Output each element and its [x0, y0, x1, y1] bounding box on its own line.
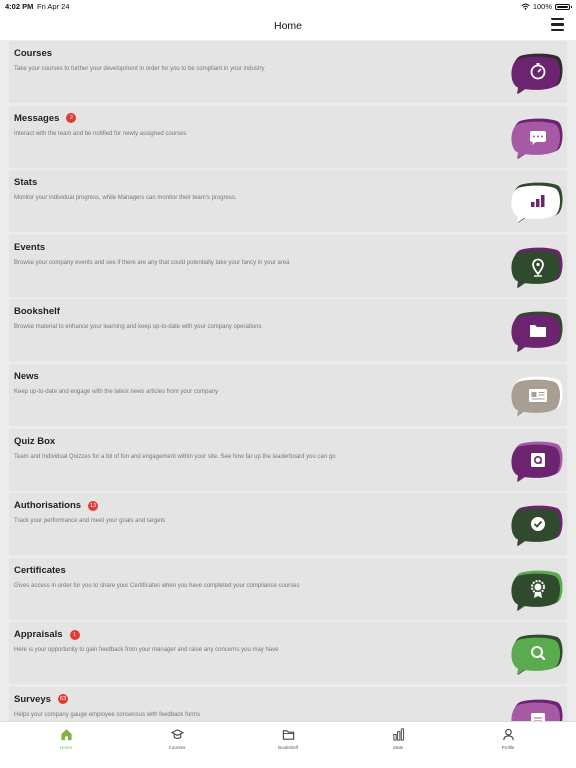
card-title-text: Quiz Box [14, 435, 56, 447]
card-description: Interact with the team and be notified f… [14, 130, 187, 137]
notification-badge: 63 [57, 694, 69, 705]
card-title: Surveys 63 [14, 693, 69, 705]
menu-card-appraisals[interactable]: Appraisals 1 Here is your opportunity to g… [9, 622, 567, 684]
battery-percent: 100% [532, 2, 552, 11]
card-description: Here is your opportunity to gain feedbac… [14, 647, 279, 654]
card-title: Stats [14, 177, 37, 188]
card-description: Track your performance and meet your goa… [14, 518, 166, 525]
tab-profile[interactable]: Profile [478, 728, 538, 750]
card-title: Messages 2 [14, 112, 77, 124]
notification-badge: 1 [69, 629, 80, 640]
card-title-text: Stats [14, 177, 38, 189]
magnifier-icon [508, 634, 564, 676]
card-description: Monitor your individual progress, while … [14, 195, 237, 202]
graduation-cap-icon [147, 728, 207, 741]
card-title: Appraisals 1 [14, 629, 80, 640]
battery-icon [555, 3, 572, 10]
quiz-icon [508, 441, 564, 483]
tab-label: Profile [501, 745, 515, 750]
status-date: Fri Apr 24 [37, 2, 70, 11]
tab-label: Stats [392, 745, 404, 750]
card-title-text: Bookshelf [14, 306, 60, 318]
card-title: Bookshelf [14, 306, 60, 317]
tab-home[interactable]: Home [36, 728, 96, 750]
menu-card-authorisations[interactable]: Authorisations 13 Track your performance a… [9, 493, 567, 555]
card-title-text: Messages [14, 112, 60, 124]
card-title: Events [14, 242, 45, 253]
notification-badge: 13 [88, 500, 99, 511]
card-title: Courses [14, 48, 52, 59]
award-icon [508, 570, 564, 612]
nav-bar: Home [0, 12, 576, 40]
card-description: Browse your company events and see if th… [14, 259, 290, 266]
chat-icon [508, 118, 564, 160]
wifi-icon [521, 3, 530, 10]
tab-stats[interactable]: Stats [368, 728, 428, 750]
card-title: Quiz Box [14, 436, 55, 447]
notification-badge: 2 [66, 113, 77, 124]
folder-icon [258, 728, 318, 741]
card-title-text: News [14, 370, 39, 382]
hamburger-menu-icon[interactable] [551, 18, 564, 31]
card-description: Take your courses to further your develo… [14, 66, 265, 72]
bar-chart-icon [368, 728, 428, 741]
menu-card-events[interactable]: Events Browse your company events and see… [9, 234, 567, 296]
card-title-text: Certificates [14, 564, 66, 576]
status-time: 4:02 PM [5, 2, 34, 11]
card-title-text: Surveys [14, 693, 51, 705]
status-bar: 4:02 PM Fri Apr 24 100% [0, 0, 576, 12]
card-title: News [14, 371, 39, 382]
feature-list: Courses Take your courses to further your… [9, 41, 567, 752]
menu-card-bookshelf[interactable]: Bookshelf Browse material to enhance your… [9, 299, 567, 361]
person-icon [478, 728, 538, 741]
tab-bar: Home Courses Bookshelf Stats Profile [0, 721, 576, 768]
menu-card-quiz-box[interactable]: Quiz Box Team and Individual Quizzes for … [9, 428, 567, 490]
card-title-text: Events [14, 241, 46, 253]
tab-label: Courses [168, 745, 186, 750]
card-title: Authorisations 13 [14, 500, 99, 512]
page-title: Home [273, 20, 302, 32]
card-description: Helps your company gauge employee consen… [14, 711, 201, 718]
card-description: Keep up-to-date and engage with the late… [14, 388, 219, 395]
location-pin-icon [508, 247, 564, 289]
card-title-text: Authorisations [14, 500, 82, 512]
tab-courses[interactable]: Courses [147, 728, 207, 750]
menu-card-messages[interactable]: Messages 2 Interact with the team and be n… [9, 105, 567, 167]
menu-card-certificates[interactable]: Certificates Gives access in order for yo… [9, 557, 567, 619]
card-title-text: Courses [14, 48, 53, 59]
tab-label: Home [59, 745, 72, 750]
menu-card-news[interactable]: News Keep up-to-date and engage with the … [9, 363, 567, 425]
card-description: Browse material to enhance your learning… [14, 324, 262, 331]
bar-chart-icon [508, 182, 564, 224]
status-right: 100% [521, 2, 572, 11]
tab-bookshelf[interactable]: Bookshelf [258, 728, 318, 750]
folder-icon [508, 311, 564, 353]
card-description: Team and Individual Quizzes for a bit of… [14, 453, 336, 460]
tab-label: Bookshelf [278, 745, 298, 750]
newspaper-icon [508, 376, 564, 418]
card-title: Certificates [14, 565, 66, 576]
stopwatch-icon [508, 53, 564, 95]
check-circle-icon [508, 505, 564, 547]
menu-card-stats[interactable]: Stats Monitor your individual progress, w… [9, 170, 567, 232]
card-title-text: Appraisals [14, 629, 63, 641]
home-icon [36, 728, 96, 741]
menu-card-courses[interactable]: Courses Take your courses to further your… [9, 41, 567, 102]
card-description: Gives access in order for you to share y… [14, 582, 300, 589]
